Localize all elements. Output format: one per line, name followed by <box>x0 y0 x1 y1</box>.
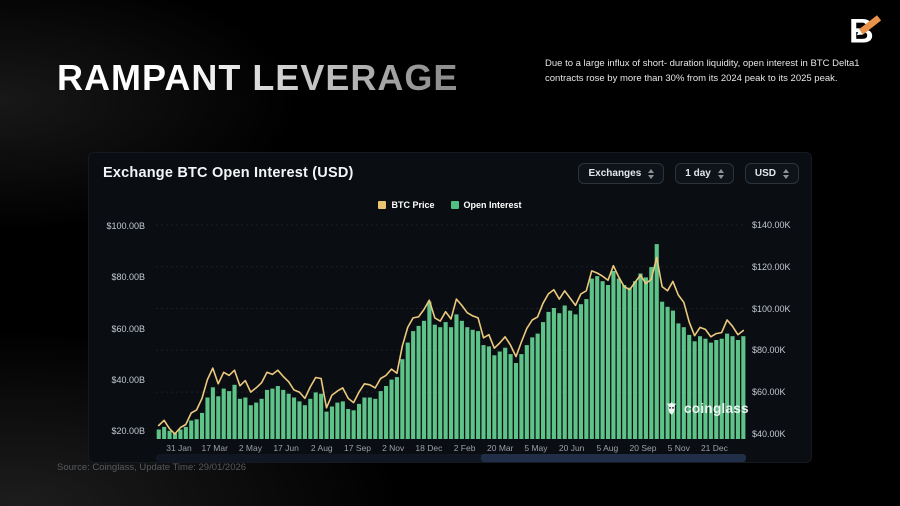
x-axis-tick: 17 Sep <box>344 443 371 453</box>
chart-panel: Exchange BTC Open Interest (USD) Exchang… <box>88 152 812 463</box>
updown-chevron-icon <box>648 169 654 179</box>
left-axis-tick: $60.00B <box>111 324 145 334</box>
x-axis-tick: 18 Dec <box>415 443 442 453</box>
left-axis-tick: $100.00B <box>106 221 145 231</box>
right-axis-tick: $80.00K <box>752 345 786 355</box>
brand-b-logo-icon: B <box>846 11 888 49</box>
x-axis-tick: 2 May <box>239 443 262 453</box>
legend-item-open-interest[interactable]: Open Interest <box>451 200 522 210</box>
source-note: Source: Coinglass, Update Time: 29/01/20… <box>57 462 246 473</box>
legend-label: Open Interest <box>464 200 522 210</box>
x-axis-tick: 2 Nov <box>382 443 404 453</box>
x-axis-tick: 17 Mar <box>201 443 227 453</box>
x-axis-tick: 31 Jan <box>166 443 192 453</box>
chart-title: Exchange BTC Open Interest (USD) <box>103 165 354 181</box>
x-axis-tick: 5 Aug <box>596 443 618 453</box>
exchanges-dropdown[interactable]: Exchanges <box>578 163 664 184</box>
x-axis-tick: 5 May <box>524 443 547 453</box>
left-y-axis: $100.00B $80.00B $60.00B $40.00B $20.00B <box>89 216 149 441</box>
x-axis-tick: 17 Jun <box>273 443 299 453</box>
right-y-axis: $140.00K $120.00K $100.00K $80.00K $60.00K $4… <box>752 216 810 441</box>
coinglass-watermark: coinglass <box>664 401 749 416</box>
right-axis-tick: $100.00K <box>752 304 791 314</box>
coinglass-bull-icon <box>664 401 679 416</box>
zoom-navigator-thumb[interactable] <box>481 454 747 462</box>
chart-controls: Exchanges 1 day USD <box>578 163 799 184</box>
chart-legend: BTC Price Open Interest <box>89 200 811 210</box>
slide: { "slide": { "title": "RAMPANT LEVERAGE"… <box>0 0 900 506</box>
zoom-navigator <box>156 454 746 462</box>
interval-dropdown-label: 1 day <box>685 168 711 179</box>
updown-chevron-icon <box>783 169 789 179</box>
x-axis-tick: 20 Sep <box>630 443 657 453</box>
x-axis-tick: 20 Mar <box>487 443 513 453</box>
updown-chevron-icon <box>718 169 724 179</box>
open-interest-swatch-icon <box>451 201 459 209</box>
left-axis-tick: $80.00B <box>111 272 145 282</box>
open-interest-bars <box>157 244 746 439</box>
currency-dropdown-label: USD <box>755 168 776 179</box>
page-title: RAMPANT LEVERAGE <box>57 57 458 99</box>
x-axis-tick: 2 Aug <box>311 443 333 453</box>
plot-area[interactable] <box>156 216 746 441</box>
legend-label: BTC Price <box>391 200 434 210</box>
coinglass-watermark-label: coinglass <box>684 401 749 416</box>
chart-canvas[interactable] <box>156 216 746 441</box>
legend-item-btc-price[interactable]: BTC Price <box>378 200 434 210</box>
left-axis-tick: $20.00B <box>111 426 145 436</box>
right-axis-tick: $40.00K <box>752 429 786 439</box>
btc-price-swatch-icon <box>378 201 386 209</box>
exchanges-dropdown-label: Exchanges <box>588 168 641 179</box>
x-axis-tick: 20 Jun <box>559 443 585 453</box>
x-axis-tick: 5 Nov <box>668 443 690 453</box>
right-axis-tick: $120.00K <box>752 262 791 272</box>
right-axis-tick: $140.00K <box>752 220 791 230</box>
left-axis-tick: $40.00B <box>111 375 145 385</box>
interval-dropdown[interactable]: 1 day <box>675 163 734 184</box>
slide-description: Due to a large influx of short- duration… <box>545 57 880 86</box>
right-axis-tick: $60.00K <box>752 387 786 397</box>
x-axis-tick: 2 Feb <box>454 443 476 453</box>
x-axis-tick: 21 Dec <box>701 443 728 453</box>
currency-dropdown[interactable]: USD <box>745 163 799 184</box>
